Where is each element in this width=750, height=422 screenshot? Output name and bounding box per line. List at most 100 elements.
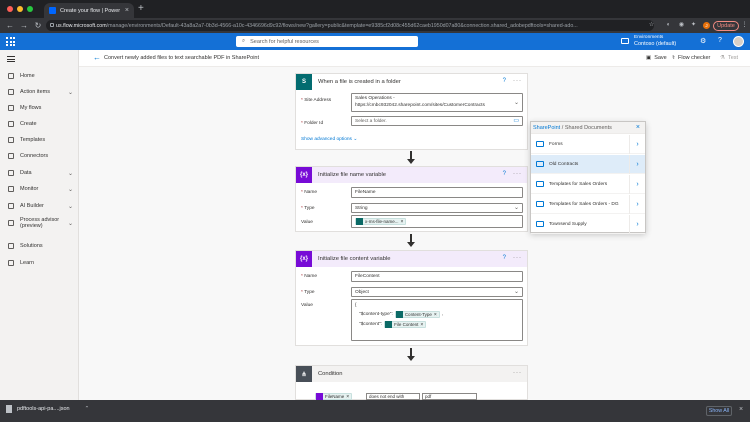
sidebar-item-11[interactable]: Learn — [0, 256, 79, 270]
minimize-window-dot[interactable] — [17, 6, 23, 12]
sidebar-item-1[interactable]: Action items ⌄ — [0, 85, 79, 99]
save-button[interactable]: ▣ Save — [646, 55, 667, 61]
help-icon[interactable]: ? — [503, 171, 506, 177]
sidebar-item-6[interactable]: Data ⌄ — [0, 166, 79, 180]
show-advanced-options-link[interactable]: Show advanced options ⌄ — [301, 137, 357, 142]
site-address-dropdown[interactable]: Sales Operations - https://cmbc932042.sh… — [351, 93, 523, 112]
hamburger-menu-icon[interactable] — [7, 56, 15, 62]
operator-dropdown[interactable]: does not end with — [366, 393, 420, 400]
condition-value-input[interactable]: pdf — [422, 393, 477, 400]
reload-icon[interactable]: ↻ — [31, 21, 45, 30]
dynamic-content-chip[interactable]: Content-Type × — [394, 311, 440, 318]
more-options-icon[interactable]: ··· — [513, 78, 522, 84]
name-label: * Name — [301, 274, 318, 279]
more-options-icon[interactable]: ··· — [513, 255, 522, 261]
profile-avatar[interactable]: J — [703, 22, 710, 29]
back-arrow-icon[interactable]: ← — [93, 53, 101, 62]
folder-id-input[interactable]: Select a folder. ▭ — [351, 116, 523, 126]
show-all-button[interactable]: Show All — [706, 406, 732, 416]
dynamic-content-chip[interactable]: x-ms-file-name... × — [355, 218, 407, 225]
chevron-up-icon[interactable]: ⌃ — [85, 406, 90, 412]
variable-card-header[interactable]: {x} Initialize file content variable ? ··… — [296, 251, 527, 267]
test-button[interactable]: ⚗ Test — [720, 55, 738, 61]
folder-icon — [536, 181, 544, 187]
sidebar-item-2[interactable]: My flows — [0, 101, 79, 115]
sidebar-item-5[interactable]: Connectors — [0, 149, 79, 163]
back-arrow-icon[interactable]: ← — [3, 21, 17, 30]
chevron-right-icon[interactable]: › — [629, 155, 645, 174]
power-automate-favicon-icon — [49, 7, 56, 14]
download-item[interactable]: pdftools-api-pa....json ⌃ — [6, 405, 89, 413]
folder-icon — [536, 161, 544, 167]
breadcrumb-root[interactable]: SharePoint — [533, 125, 560, 131]
remove-chip-icon[interactable]: × — [346, 394, 349, 400]
name-input[interactable]: FileName — [351, 187, 523, 198]
sidebar-item-4[interactable]: Templates — [0, 133, 79, 147]
value-input[interactable]: x-ms-file-name... × — [351, 215, 523, 228]
update-button[interactable]: Update — [713, 21, 739, 31]
more-menu-icon[interactable]: ⋮ — [741, 22, 748, 29]
chevron-right-icon[interactable]: › — [629, 175, 645, 194]
chevron-down-icon[interactable]: ⌄ — [68, 170, 73, 177]
type-dropdown[interactable]: Object ⌄ — [351, 287, 523, 297]
remove-chip-icon[interactable]: × — [401, 219, 404, 225]
more-options-icon[interactable]: ··· — [513, 171, 522, 177]
chevron-down-icon[interactable]: ⌄ — [68, 203, 73, 210]
name-input[interactable]: FileContent — [351, 271, 523, 282]
browser-tab[interactable]: Create your flow | Power Autom × — [44, 3, 134, 18]
sidebar-item-3[interactable]: Create — [0, 117, 79, 131]
folder-row[interactable]: Templates for Sales Orders › — [531, 175, 645, 194]
help-icon[interactable]: ? — [718, 37, 722, 44]
bookmark-star-icon[interactable]: ☆ — [648, 22, 655, 29]
remove-chip-icon[interactable]: × — [434, 312, 437, 318]
trigger-card-header[interactable]: S When a file is created in a folder ? ··… — [296, 74, 527, 90]
sidebar-item-7[interactable]: Monitor ⌄ — [0, 182, 79, 196]
folder-row[interactable]: Templates for Sales Orders - DG › — [531, 195, 645, 214]
close-icon[interactable]: × — [636, 124, 640, 131]
close-window-dot[interactable] — [7, 6, 13, 12]
help-icon[interactable]: ? — [503, 78, 506, 84]
sidebar-item-8[interactable]: AI Builder ⌄ — [0, 199, 79, 213]
variable-card-header[interactable]: {x} Initialize file name variable ? ··· — [296, 167, 527, 183]
chevron-right-icon[interactable]: › — [629, 135, 645, 154]
lock-icon[interactable] — [50, 23, 54, 27]
folder-row[interactable]: Forms › — [531, 135, 645, 154]
app-launcher-icon[interactable] — [6, 37, 15, 46]
condition-operand-chip[interactable]: FileName × — [315, 393, 353, 400]
extension-icon[interactable]: ◉ — [678, 22, 685, 29]
chevron-right-icon[interactable]: › — [629, 195, 645, 214]
sidebar-item-10[interactable]: Solutions — [0, 239, 79, 253]
maximize-window-dot[interactable] — [27, 6, 33, 12]
flow-icon — [8, 105, 14, 111]
settings-gear-icon[interactable]: ⚙ — [700, 37, 706, 45]
chevron-down-icon[interactable]: ⌄ — [68, 186, 73, 193]
address-bar[interactable]: us.flow.microsoft.com/manage/environment… — [46, 20, 654, 31]
folder-browse-icon[interactable]: ▭ — [513, 117, 519, 124]
dynamic-content-chip[interactable]: File Content × — [384, 321, 427, 328]
flow-checker-button[interactable]: ⚕ Flow checker — [672, 55, 710, 61]
forward-arrow-icon[interactable]: → — [17, 21, 31, 30]
close-tab-icon[interactable]: × — [125, 7, 129, 14]
remove-chip-icon[interactable]: × — [420, 322, 423, 328]
condition-card[interactable]: ⋔ Condition ··· FileName × does not end w… — [295, 365, 528, 400]
chevron-down-icon[interactable]: ⌄ — [68, 89, 73, 96]
folder-picker-flyout: SharePoint / Shared Documents × Forms › Ol… — [530, 121, 646, 234]
environment-picker[interactable]: Environments Contoso (default) — [634, 35, 676, 47]
user-avatar[interactable] — [733, 36, 744, 47]
condition-card-header[interactable]: ⋔ Condition ··· — [296, 366, 527, 382]
more-options-icon[interactable]: ··· — [513, 370, 522, 376]
chevron-down-icon[interactable]: ⌄ — [68, 220, 73, 227]
sidebar-item-9[interactable]: Process advisor (preview) ⌄ — [0, 216, 79, 230]
puzzle-icon[interactable]: ✦ — [690, 22, 697, 29]
folder-row[interactable]: Townsend Supply › — [531, 215, 645, 234]
sidebar-item-0[interactable]: Home — [0, 69, 79, 83]
new-tab-icon[interactable]: + — [138, 3, 144, 14]
search-input[interactable]: ⌕ Search for helpful resources — [236, 36, 418, 47]
close-icon[interactable]: × — [739, 406, 743, 413]
extension-icon[interactable]: ◐ — [665, 22, 672, 29]
folder-row[interactable]: Old Contracts › — [531, 155, 645, 174]
type-dropdown[interactable]: String ⌄ — [351, 203, 523, 213]
value-editor[interactable]: { "$content-type": Content-Type × , "$con… — [351, 299, 523, 341]
help-icon[interactable]: ? — [503, 255, 506, 261]
chevron-right-icon[interactable]: › — [629, 215, 645, 234]
